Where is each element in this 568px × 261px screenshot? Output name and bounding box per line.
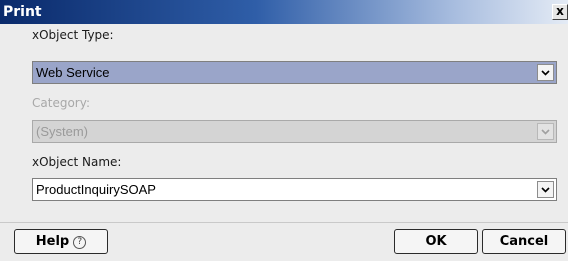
close-button[interactable]: x [552, 4, 568, 20]
xobject-name-dropdown-button[interactable] [537, 181, 554, 198]
xobject-name-select[interactable]: ProductInquirySOAP [32, 178, 557, 201]
print-dialog: Print x xObject Type: Web Service Catego… [0, 0, 568, 261]
xobject-type-dropdown-button[interactable] [537, 64, 554, 81]
category-dropdown-button [537, 123, 554, 140]
chevron-down-icon [541, 129, 550, 135]
button-bar-separator [0, 222, 568, 223]
category-label: Category: [32, 96, 90, 110]
help-icon: ? [73, 236, 87, 249]
xobject-type-label: xObject Type: [32, 28, 114, 42]
cancel-button[interactable]: Cancel [482, 229, 566, 254]
category-value: (System) [36, 124, 88, 139]
ok-button-label: OK [425, 234, 447, 249]
chevron-down-icon [541, 70, 550, 76]
xobject-type-select[interactable]: Web Service [32, 61, 557, 84]
ok-button[interactable]: OK [394, 229, 478, 254]
help-button[interactable]: Help? [14, 229, 108, 254]
xobject-type-value: Web Service [36, 65, 110, 80]
help-button-label: Help [35, 234, 70, 249]
xobject-name-value: ProductInquirySOAP [36, 182, 156, 197]
category-select: (System) [32, 120, 557, 143]
xobject-name-label: xObject Name: [32, 155, 122, 169]
title-bar[interactable]: Print x [0, 0, 568, 24]
chevron-down-icon [541, 187, 550, 193]
cancel-button-label: Cancel [499, 234, 549, 249]
close-icon: x [556, 4, 564, 18]
window-title: Print [3, 4, 42, 20]
